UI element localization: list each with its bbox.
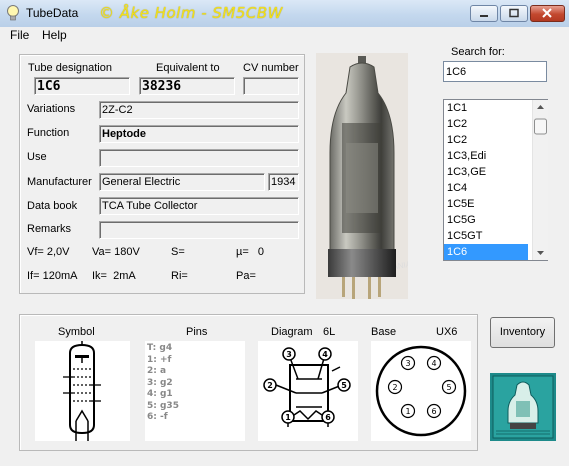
minimize-icon — [480, 15, 488, 17]
pin-line: 6: -f — [147, 412, 168, 422]
scroll-down-icon[interactable] — [537, 251, 544, 255]
search-input[interactable] — [443, 61, 547, 82]
databook-label: Data book — [27, 200, 78, 212]
base-code: UX6 — [436, 326, 458, 338]
spec-ik: Ik= 2mA — [92, 270, 136, 282]
base-pin-6: 6 — [431, 407, 436, 416]
variations-label: Variations — [27, 103, 76, 115]
base-pin-2: 2 — [392, 383, 397, 392]
lightbulb-icon — [5, 4, 21, 22]
spec-ri: Ri= — [171, 270, 188, 282]
base-pin-5: 5 — [446, 383, 451, 392]
result-item[interactable]: 1C1 — [444, 100, 528, 116]
base-pin-4: 4 — [431, 359, 436, 368]
designation-field: 1C6 — [34, 77, 130, 95]
diagram-pin-2: 2 — [267, 381, 273, 390]
remarks-label: Remarks — [27, 223, 72, 235]
copyright-banner: © Åke Holm - SM5CBW — [99, 4, 283, 22]
scroll-thumb[interactable] — [534, 118, 547, 135]
base-pin-1: 1 — [405, 407, 410, 416]
use-label: Use — [27, 151, 47, 163]
search-label: Search for: — [451, 46, 505, 58]
pin-line: 3: g2 — [147, 377, 173, 388]
base-label: Base — [371, 326, 397, 338]
diagram-pin-5: 5 — [341, 381, 347, 390]
result-item[interactable]: 1C2 — [444, 132, 528, 148]
pin-line: 4: g1 — [147, 389, 173, 399]
spec-pa: Pa= — [236, 270, 256, 282]
spec-mu: µ= 0 — [236, 246, 265, 258]
pins-list: T: g4 1: +f 2: a 3: g2 4: g1 5: g35 6: -… — [145, 341, 245, 441]
symbol-label: Symbol — [58, 326, 95, 338]
spec-vf: Vf= 2,0V — [27, 246, 70, 258]
year-field: 1934 — [268, 173, 299, 191]
use-field — [99, 149, 299, 167]
diagram-label: Diagram — [271, 326, 313, 338]
result-item[interactable]: 1C3,GE — [444, 164, 528, 180]
spec-s: S= — [171, 246, 185, 258]
cv-field — [243, 77, 299, 95]
maximize-icon — [509, 8, 519, 18]
result-item[interactable]: 1C6 — [444, 244, 528, 260]
menu-help[interactable]: Help — [42, 28, 67, 42]
result-item[interactable]: 1C3,Edi — [444, 148, 528, 164]
pin-line: 2: a — [147, 366, 167, 376]
window-title: TubeData — [26, 6, 79, 20]
base-pin-3: 3 — [405, 359, 410, 368]
manufacturer-label: Manufacturer — [27, 176, 92, 188]
result-item[interactable]: 1C5E — [444, 196, 528, 212]
spec-va: Va= 180V — [92, 246, 140, 258]
spec-if: If= 120mA — [27, 270, 78, 282]
list-scrollbar[interactable] — [532, 100, 548, 260]
pins-label: Pins — [186, 326, 208, 338]
remarks-field — [99, 221, 299, 239]
function-field: Heptode — [99, 125, 299, 143]
base-diagram: 3 4 2 5 1 6 — [371, 341, 471, 441]
result-item[interactable]: 1C5G — [444, 212, 528, 228]
pin-line: 1: +f — [147, 354, 172, 365]
equivalent-field: 38236 — [139, 77, 235, 95]
pin-line: 5: g35 — [147, 400, 179, 411]
manufacturer-field: General Electric — [99, 173, 265, 191]
diagram-pin-4: 4 — [322, 350, 328, 359]
close-button[interactable] — [530, 5, 565, 22]
inventory-button[interactable]: Inventory — [490, 317, 555, 348]
app-logo — [490, 373, 556, 441]
result-item[interactable]: 1C4 — [444, 180, 528, 196]
function-label: Function — [27, 127, 70, 139]
maximize-button[interactable] — [500, 5, 528, 22]
menu-bar — [0, 27, 569, 44]
diagram-code: 6L — [323, 326, 336, 338]
equivalent-label: Equivalent to — [156, 62, 220, 74]
designation-label: Tube designation — [28, 62, 112, 74]
variations-field: 2Z-C2 — [99, 101, 299, 119]
minimize-button[interactable] — [470, 5, 498, 22]
result-item[interactable]: 1C2 — [444, 116, 528, 132]
tube-photo: SYLVANIA — [316, 53, 412, 299]
tube-symbol — [35, 341, 130, 441]
diagram-pin-6: 6 — [325, 413, 331, 422]
diagram-pin-3: 3 — [286, 350, 292, 359]
menu-file[interactable]: File — [10, 28, 29, 42]
pin-diagram: 3 4 2 5 1 6 — [258, 341, 358, 441]
scroll-up-icon[interactable] — [537, 105, 544, 109]
close-icon — [542, 8, 552, 18]
databook-field: TCA Tube Collector — [99, 197, 299, 215]
diagram-pin-1: 1 — [285, 413, 291, 422]
result-item[interactable]: 1C5GT — [444, 228, 528, 244]
pin-line: T: g4 — [147, 343, 173, 353]
cv-label: CV number — [243, 62, 299, 74]
